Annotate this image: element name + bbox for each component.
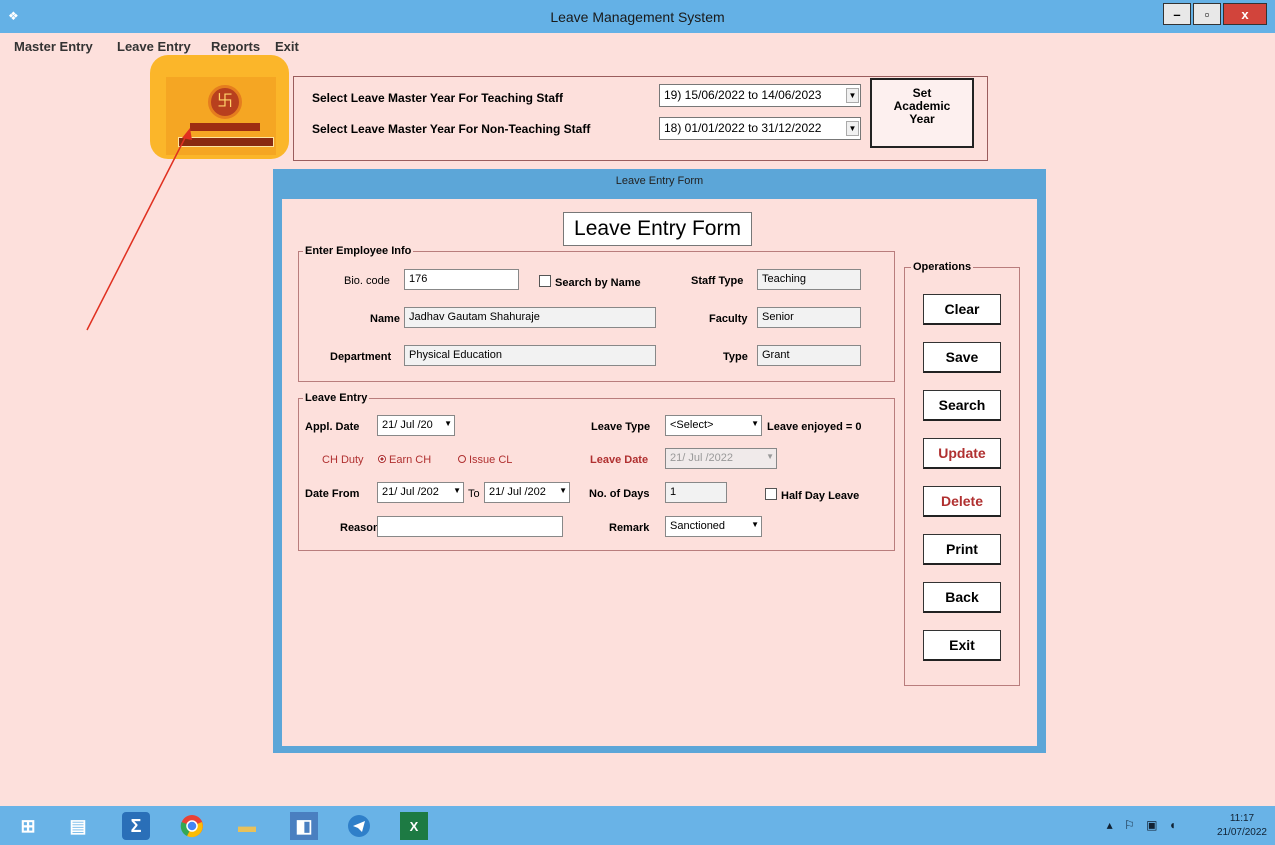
- back-button[interactable]: Back: [923, 582, 1001, 613]
- issue-cl-radio[interactable]: Issue CL: [458, 454, 512, 466]
- staff-type-label: Staff Type: [691, 275, 744, 287]
- delete-button[interactable]: Delete: [923, 486, 1001, 517]
- chrome-icon[interactable]: [178, 812, 206, 840]
- chevron-down-icon: ▼: [766, 452, 774, 461]
- chevron-down-icon: ▼: [559, 486, 567, 495]
- server-manager-icon[interactable]: ▤: [64, 812, 92, 840]
- taskbar: ⊞ ▤ Σ ▬ ◧ X ▴ ⚐ ▣ ◖ 11:17 21/07/2022: [0, 806, 1275, 845]
- leave-type-select[interactable]: <Select> ▼: [665, 415, 762, 436]
- clock[interactable]: 11:17 21/07/2022: [1217, 812, 1267, 840]
- ch-duty-label: CH Duty: [322, 454, 364, 466]
- reason-label: Reason: [340, 522, 380, 534]
- no-of-days-field: 1: [665, 482, 727, 503]
- remark-label: Remark: [609, 522, 650, 534]
- bio-code-input[interactable]: 176: [404, 269, 519, 290]
- faculty-field: Senior: [757, 307, 861, 328]
- leave-type-label: Leave Type: [591, 421, 651, 433]
- operations-legend: Operations: [911, 261, 974, 273]
- leave-enjoyed-label: Leave enjoyed = 0: [767, 421, 862, 433]
- telegram-icon[interactable]: [345, 812, 373, 840]
- form-heading: Leave Entry Form: [563, 212, 752, 246]
- clock-time: 11:17: [1229, 813, 1255, 824]
- reason-input[interactable]: [377, 516, 563, 537]
- name-label: Name: [370, 313, 400, 325]
- employee-info-legend: Enter Employee Info: [303, 245, 414, 257]
- no-of-days-label: No. of Days: [589, 488, 650, 500]
- to-label: To: [468, 488, 480, 500]
- exit-button[interactable]: Exit: [923, 630, 1001, 661]
- dialog-title: Leave Entry Form: [615, 175, 704, 187]
- chevron-down-icon: ▼: [453, 486, 461, 495]
- leave-entry-legend: Leave Entry: [303, 392, 370, 404]
- update-button[interactable]: Update: [923, 438, 1001, 469]
- clear-button[interactable]: Clear: [923, 294, 1001, 325]
- chevron-down-icon: ▼: [751, 520, 759, 529]
- print-button[interactable]: Print: [923, 534, 1001, 565]
- appl-date-label: Appl. Date: [305, 421, 360, 433]
- faculty-label: Faculty: [709, 313, 748, 325]
- staff-type-field: Teaching: [757, 269, 861, 290]
- nonteaching-year-label: Select Leave Master Year For Non-Teachin…: [312, 122, 591, 136]
- chevron-down-icon: ▼: [444, 419, 452, 428]
- nonteaching-year-select[interactable]: 18) 01/01/2022 to 31/12/2022 ▼: [659, 117, 861, 140]
- earn-ch-radio[interactable]: Earn CH: [378, 454, 431, 466]
- radio-icon: [458, 455, 466, 463]
- name-field: Jadhav Gautam Shahuraje: [404, 307, 656, 328]
- remark-select[interactable]: Sanctioned ▼: [665, 516, 762, 537]
- powershell-icon[interactable]: Σ: [122, 812, 150, 840]
- bio-code-label: Bio. code: [344, 275, 390, 287]
- search-by-name-checkbox[interactable]: Search by Name: [539, 275, 641, 289]
- date-to-picker[interactable]: 21/ Jul /202 ▼: [484, 482, 570, 503]
- chevron-down-icon: ▼: [846, 88, 859, 103]
- type-label: Type: [723, 351, 748, 363]
- system-tray-icons[interactable]: ▴ ⚐ ▣ ◖: [1107, 818, 1180, 832]
- chevron-down-icon: ▼: [846, 121, 859, 136]
- date-from-picker[interactable]: 21/ Jul /202 ▼: [377, 482, 464, 503]
- type-field: Grant: [757, 345, 861, 366]
- chevron-down-icon: ▼: [751, 419, 759, 428]
- excel-icon[interactable]: X: [400, 812, 428, 840]
- clock-date: 21/07/2022: [1216, 827, 1267, 838]
- set-academic-year-button[interactable]: Set Academic Year: [870, 78, 974, 148]
- half-day-leave-checkbox[interactable]: Half Day Leave: [765, 488, 859, 502]
- save-button[interactable]: Save: [923, 342, 1001, 373]
- search-button[interactable]: Search: [923, 390, 1001, 421]
- leave-date-picker[interactable]: 21/ Jul /2022 ▼: [665, 448, 777, 469]
- teaching-year-label: Select Leave Master Year For Teaching St…: [312, 91, 563, 105]
- department-label: Department: [330, 351, 392, 363]
- windows-start-icon[interactable]: ⊞: [14, 812, 42, 840]
- appl-date-picker[interactable]: 21/ Jul /20 ▼: [377, 415, 455, 436]
- teaching-year-select[interactable]: 19) 15/06/2022 to 14/06/2023 ▼: [659, 84, 861, 107]
- app-icon-taskbar[interactable]: ◧: [290, 812, 318, 840]
- department-field: Physical Education: [404, 345, 656, 366]
- file-explorer-icon[interactable]: ▬: [233, 812, 261, 840]
- leave-date-label: Leave Date: [590, 454, 649, 466]
- radio-selected-icon: [378, 455, 386, 463]
- date-from-label: Date From: [305, 488, 360, 500]
- operations-group: [904, 267, 1020, 686]
